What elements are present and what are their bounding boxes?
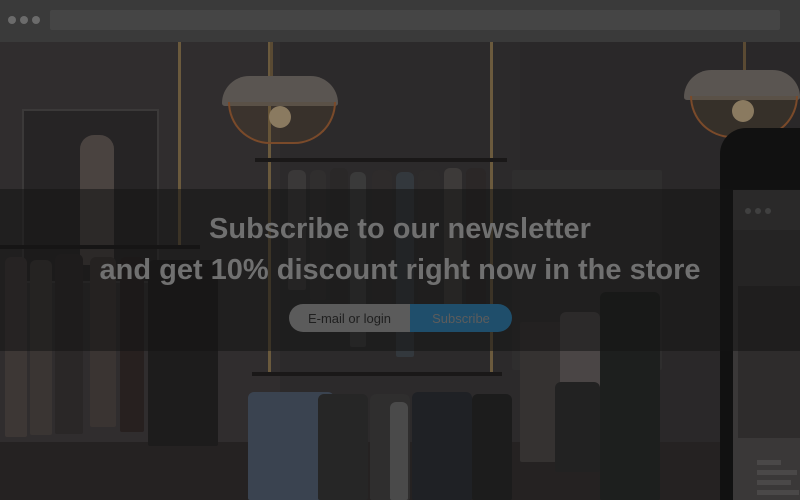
email-input[interactable]: [289, 304, 410, 332]
subscribe-button[interactable]: Subscribe: [410, 304, 512, 332]
newsletter-subtitle: and get 10% discount right now in the st…: [99, 254, 701, 286]
phone-text-line: [757, 480, 791, 485]
browser-bar: [0, 0, 800, 42]
newsletter-title: Subscribe to our newsletter: [209, 213, 591, 245]
window-dot-icon: [20, 16, 28, 24]
newsletter-form: Subscribe: [289, 304, 512, 332]
address-bar[interactable]: [50, 10, 780, 30]
phone-text-line: [757, 490, 799, 495]
window-dot-icon: [8, 16, 16, 24]
phone-text-line: [757, 470, 797, 475]
window-dot-icon: [32, 16, 40, 24]
phone-text-line: [757, 460, 781, 465]
